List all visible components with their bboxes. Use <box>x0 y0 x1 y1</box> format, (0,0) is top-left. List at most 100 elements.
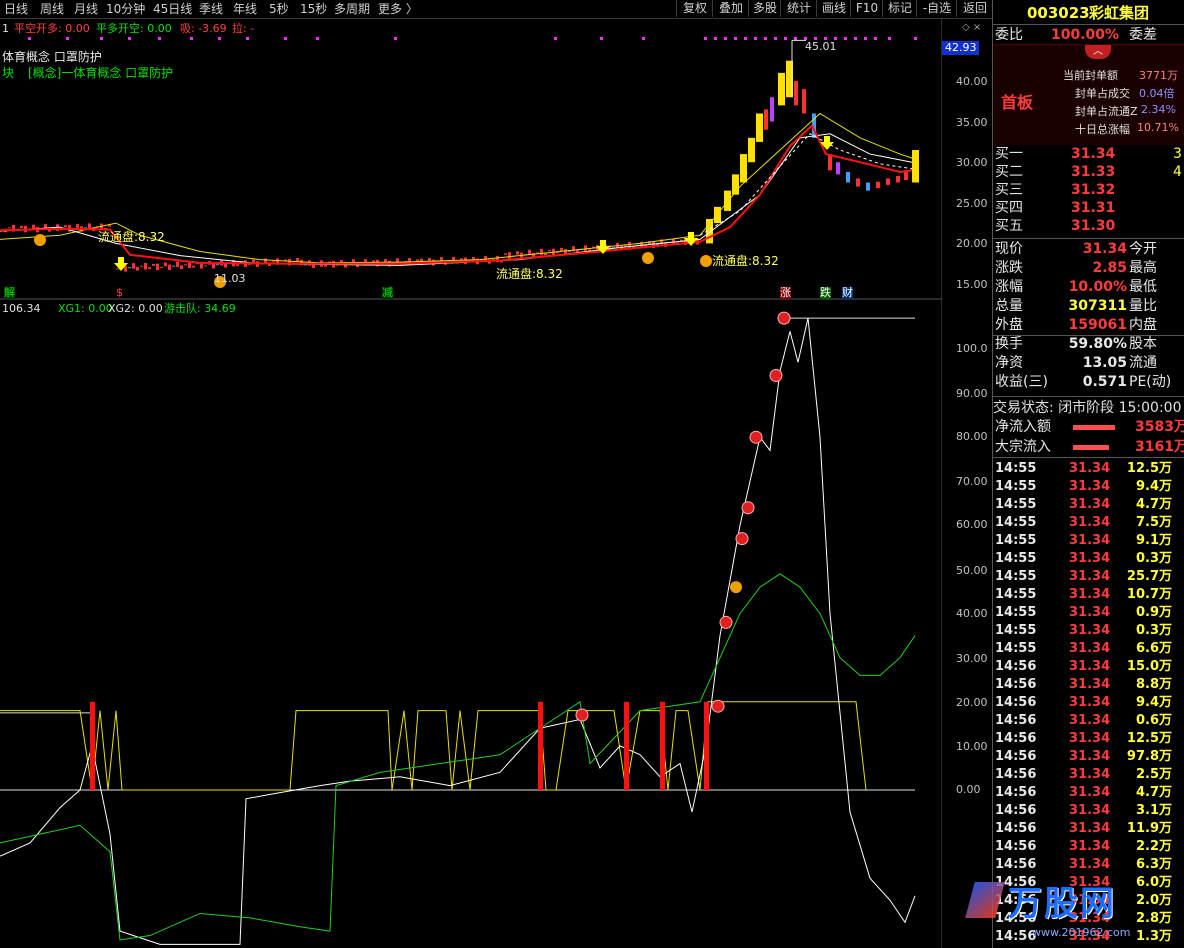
tick-time: 14:56 <box>995 749 1037 764</box>
weibi-label: 委比 <box>995 27 1023 43</box>
mark-up[interactable]: 涨 <box>780 287 791 299</box>
tick-price: 31.34 <box>1069 857 1111 872</box>
tick-row[interactable]: 14:56 31.34 6.0万 <box>993 874 1184 892</box>
mark-dollar[interactable]: $ <box>116 287 123 299</box>
stat-label-4: 十日总涨幅 <box>1075 123 1130 136</box>
tick-row[interactable]: 14:55 31.34 6.6万 <box>993 640 1184 658</box>
sub-axis-50: 50.00 <box>956 564 988 577</box>
tick-row[interactable]: 14:55 31.34 25.7万 <box>993 568 1184 586</box>
tick-time: 14:55 <box>995 569 1037 584</box>
signal-dot <box>744 37 747 40</box>
tick-row[interactable]: 14:56 31.34 0.6万 <box>993 712 1184 730</box>
kline-candle <box>856 178 860 187</box>
bid-volume: 3 <box>1173 146 1182 162</box>
signal-bar <box>660 701 665 790</box>
tick-row[interactable]: 14:56 31.34 8.8万 <box>993 676 1184 694</box>
limit-up-candle <box>912 150 919 183</box>
tick-row[interactable]: 14:55 31.34 10.7万 <box>993 586 1184 604</box>
tick-volume: 12.5万 <box>1126 461 1172 476</box>
quote-label: 外盘 <box>995 317 1023 333</box>
signal-dot <box>554 37 557 40</box>
tick-row[interactable]: 14:56 31.34 9.4万 <box>993 694 1184 712</box>
collapse-up-icon[interactable]: ︿ <box>1085 45 1111 59</box>
signal-dot <box>284 37 287 40</box>
kline-candle <box>540 248 543 256</box>
tick-row[interactable]: 14:55 31.34 12.5万 <box>993 460 1184 478</box>
quote-value: 31.34 <box>1082 241 1127 257</box>
tick-row[interactable]: 14:56 31.34 3.1万 <box>993 802 1184 820</box>
back-button[interactable]: 返回 <box>956 0 993 17</box>
weicha-label: 委差 <box>1129 27 1157 43</box>
tick-row[interactable]: 14:55 31.34 4.7万 <box>993 496 1184 514</box>
tick-row[interactable]: 14:55 31.34 7.5万 <box>993 514 1184 532</box>
flow-label-3: 流通盘:8.32 <box>712 254 779 268</box>
signal-dot <box>100 37 103 40</box>
bid-volume: 4 <box>1173 164 1182 180</box>
kline-candle <box>802 89 806 114</box>
collapse-icon[interactable]: ◇ × <box>962 22 981 33</box>
tick-price: 31.34 <box>1069 533 1111 548</box>
sub-axis-10: 10.00 <box>956 740 988 753</box>
mark-finance[interactable]: 财 <box>842 287 853 299</box>
tick-row[interactable]: 14:56 31.34 2.8万 <box>993 910 1184 928</box>
kline-candle <box>32 224 35 229</box>
sub-axis-30: 30.00 <box>956 652 988 665</box>
tick-price: 31.34 <box>1069 713 1111 728</box>
quote-label-2: 最低 <box>1129 279 1157 295</box>
tick-row[interactable]: 14:55 31.34 0.3万 <box>993 622 1184 640</box>
tick-volume: 0.9万 <box>1135 605 1172 620</box>
bid-row[interactable]: 买四 31.31 <box>993 199 1184 217</box>
tick-row[interactable]: 14:56 31.34 4.7万 <box>993 784 1184 802</box>
kline-candle <box>8 227 11 229</box>
kline-candle <box>144 263 147 270</box>
tick-row[interactable]: 14:56 31.34 2.0万 <box>993 892 1184 910</box>
indicator-plot <box>0 311 916 945</box>
kline-candle <box>160 266 163 268</box>
net-inflow-bar <box>1073 425 1115 430</box>
limit-up-candle <box>748 137 755 163</box>
tick-time: 14:55 <box>995 479 1037 494</box>
tick-volume: 0.6万 <box>1135 713 1172 728</box>
tick-row[interactable]: 14:56 31.34 1.3万 <box>993 928 1184 946</box>
kline-candle <box>140 265 143 267</box>
tick-volume: 4.7万 <box>1135 497 1172 512</box>
bid-row[interactable]: 买五 31.30 <box>993 217 1184 235</box>
tick-row[interactable]: 14:56 31.34 15.0万 <box>993 658 1184 676</box>
quote-panel: 003023 彩虹集团 委比 100.00% 委差 ︿ 首板 当前封单额 377… <box>993 0 1184 948</box>
tick-time: 14:55 <box>995 497 1037 512</box>
tick-volume: 4.7万 <box>1135 785 1172 800</box>
tick-row[interactable]: 14:55 31.34 9.1万 <box>993 532 1184 550</box>
quote-row: 净资 13.05 流通 <box>993 354 1184 372</box>
bid-label: 买二 <box>995 164 1023 180</box>
mark-reduce[interactable]: 减 <box>382 287 393 299</box>
tick-row[interactable]: 14:56 31.34 6.3万 <box>993 856 1184 874</box>
tick-row[interactable]: 14:56 31.34 11.9万 <box>993 820 1184 838</box>
bid-row[interactable]: 买一 31.34 3 <box>993 145 1184 163</box>
tick-row[interactable]: 14:56 31.34 2.2万 <box>993 838 1184 856</box>
mark-down[interactable]: 跌 <box>820 287 831 299</box>
tick-time: 14:55 <box>995 587 1037 602</box>
limit-up-ball-icon <box>735 532 749 546</box>
signal-dot <box>854 37 857 40</box>
tick-time: 14:56 <box>995 839 1037 854</box>
tick-row[interactable]: 14:56 31.34 97.8万 <box>993 748 1184 766</box>
tick-price: 31.34 <box>1069 515 1111 530</box>
signal-dots-row <box>28 37 917 40</box>
tick-row[interactable]: 14:55 31.34 9.4万 <box>993 478 1184 496</box>
tick-time: 14:56 <box>995 857 1037 872</box>
tick-volume: 6.6万 <box>1135 641 1172 656</box>
tick-row[interactable]: 14:55 31.34 0.3万 <box>993 550 1184 568</box>
kline-candle <box>886 178 890 185</box>
bid-row[interactable]: 买三 31.32 <box>993 181 1184 199</box>
limit-up-ball-icon <box>769 368 783 382</box>
bid-row[interactable]: 买二 31.33 4 <box>993 163 1184 181</box>
tick-row[interactable]: 14:55 31.34 0.9万 <box>993 604 1184 622</box>
kline-candle <box>536 252 539 254</box>
tick-row[interactable]: 14:56 31.34 2.5万 <box>993 766 1184 784</box>
tick-volume: 0.3万 <box>1135 623 1172 638</box>
mark-unlock[interactable]: 解 <box>4 287 15 299</box>
signal-bar <box>538 701 543 790</box>
kline-chart[interactable] <box>0 0 942 948</box>
tick-time: 14:56 <box>995 677 1037 692</box>
tick-row[interactable]: 14:56 31.34 12.5万 <box>993 730 1184 748</box>
